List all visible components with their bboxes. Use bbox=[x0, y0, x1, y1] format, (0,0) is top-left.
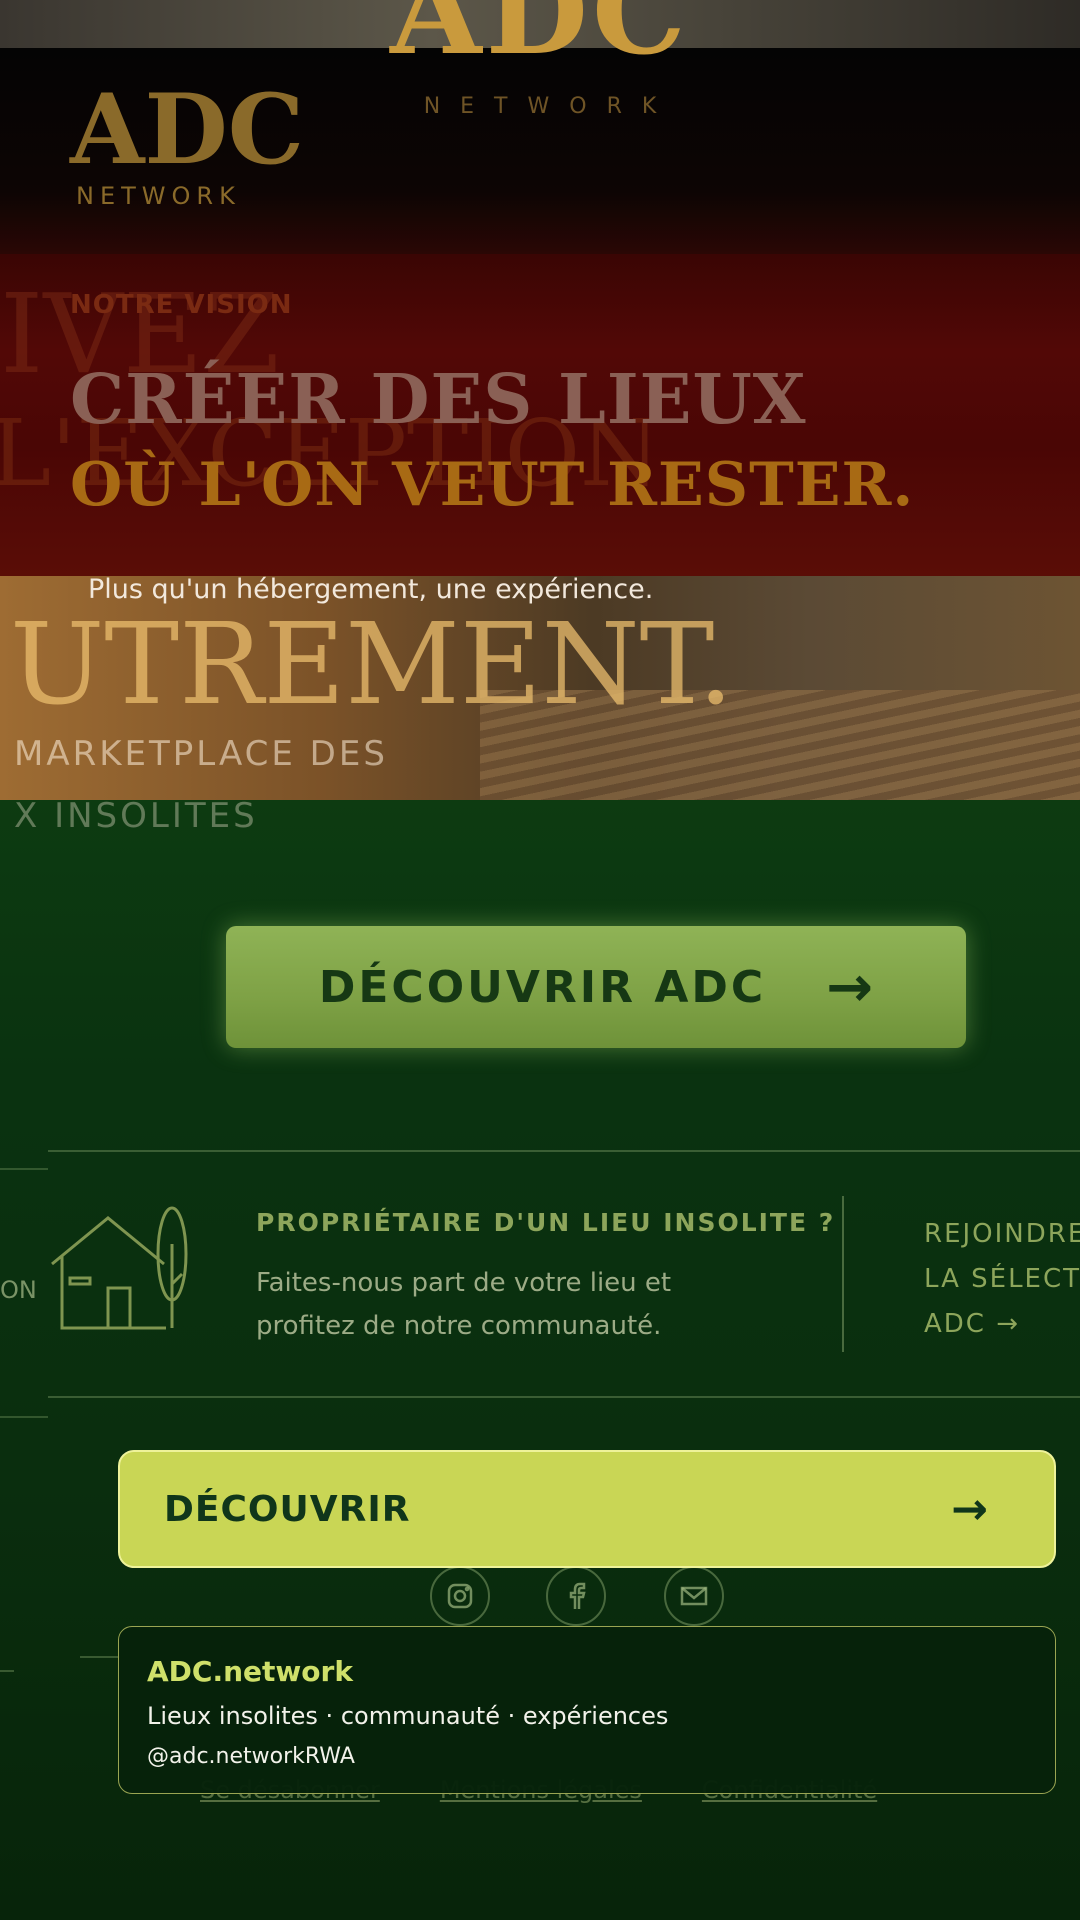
arrow-right-icon: → bbox=[826, 954, 874, 1020]
mail-icon bbox=[664, 1566, 724, 1626]
ghost-marketplace-1: MARKETPLACE DES bbox=[14, 734, 388, 774]
join-selection-link: REJOINDRE LA SÉLECTI ADC → bbox=[924, 1212, 1080, 1347]
card-description: Lieux insolites · communauté · expérienc… bbox=[147, 1702, 669, 1730]
info-card: ADC.network Lieux insolites · communauté… bbox=[118, 1626, 1056, 1794]
discover-button-label: DÉCOUVRIR bbox=[164, 1488, 411, 1530]
instagram-icon bbox=[430, 1566, 490, 1626]
join-line-1: REJOINDRE bbox=[924, 1219, 1080, 1249]
ghost-marketplace-2: X INSOLITES bbox=[14, 796, 258, 836]
ghost-cta-label: DÉCOUVRIR ADC bbox=[318, 961, 767, 1013]
divider bbox=[48, 1150, 1080, 1152]
card-handle[interactable]: @adc.networkRWA bbox=[147, 1744, 1027, 1769]
headline-line-2: OÙ L'ON VEUT RESTER. bbox=[70, 450, 915, 520]
house-icon bbox=[48, 1204, 194, 1334]
facebook-icon bbox=[546, 1566, 606, 1626]
arrow-right-icon: → bbox=[951, 1483, 988, 1535]
headline-line-1: CRÉER DES LIEUX bbox=[70, 360, 807, 440]
join-line-2: LA SÉLECTI bbox=[924, 1264, 1080, 1294]
join-line-3: ADC → bbox=[924, 1309, 1021, 1339]
owner-title: PROPRIÉTAIRE D'UN LIEU INSOLITE ? bbox=[256, 1208, 836, 1237]
divider bbox=[80, 1656, 120, 1658]
ghost-discover-adc-button: DÉCOUVRIR ADC → bbox=[226, 926, 966, 1048]
discover-button[interactable]: DÉCOUVRIR → bbox=[118, 1450, 1056, 1568]
vertical-divider bbox=[842, 1196, 844, 1352]
tagline: Plus qu'un hébergement, une expérience. bbox=[88, 574, 654, 605]
ghost-network-text: NETWORK bbox=[423, 94, 677, 119]
logo: ADC bbox=[70, 73, 305, 186]
divider bbox=[0, 1670, 14, 1672]
owner-description: Faites-nous part de votre lieu et profit… bbox=[256, 1268, 672, 1341]
ghost-side-text: ON bbox=[0, 1276, 37, 1304]
ghost-headline-3: UTREMENT. bbox=[10, 600, 734, 730]
card-title[interactable]: ADC.network bbox=[147, 1655, 1027, 1688]
ghost-logo: ADC bbox=[390, 0, 690, 81]
section-label: NOTRE VISION bbox=[70, 290, 293, 320]
divider bbox=[48, 1396, 1080, 1398]
logo-subtitle: NETWORK bbox=[76, 182, 241, 210]
